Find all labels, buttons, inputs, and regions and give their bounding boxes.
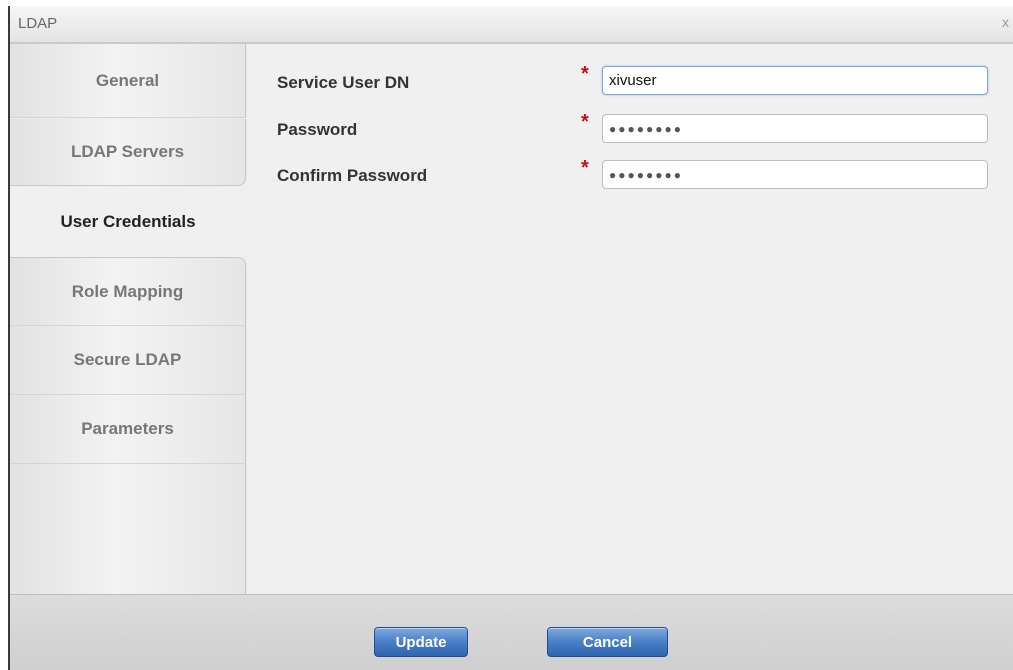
sidebar-item-label: Role Mapping xyxy=(71,281,184,301)
password-label: Password xyxy=(277,120,358,139)
sidebar-item-label: General xyxy=(95,70,160,90)
close-icon[interactable]: x xyxy=(1002,14,1009,30)
sidebar-item-role-mapping[interactable]: Role Mapping xyxy=(10,257,246,326)
cancel-button[interactable]: Cancel xyxy=(547,627,668,657)
sidebar-item-label: LDAP Servers xyxy=(70,142,185,161)
service-user-dn-label: Service User DN xyxy=(277,73,410,92)
sidebar-item-label: User Credentials xyxy=(60,212,196,231)
dialog-title: LDAP xyxy=(18,15,58,32)
required-marker: * xyxy=(581,111,589,133)
update-button[interactable]: Update xyxy=(374,627,468,657)
dialog-titlebar: LDAP x xyxy=(10,6,1013,44)
required-marker: * xyxy=(581,63,589,85)
sidebar-item-user-credentials[interactable]: User Credentials xyxy=(10,187,246,257)
confirm-password-label: Confirm Password xyxy=(277,166,428,185)
sidebar-item-label: Parameters xyxy=(81,419,174,438)
service-user-dn-input[interactable] xyxy=(602,66,988,95)
confirm-password-input[interactable] xyxy=(602,160,988,189)
sidebar-nav: General LDAP Servers User Credentials Ro… xyxy=(10,44,246,594)
sidebar-item-secure-ldap[interactable]: Secure LDAP xyxy=(10,326,246,395)
sidebar-item-label: Secure LDAP xyxy=(73,350,182,369)
user-credentials-panel: Service User DN * Password * Confirm Pas… xyxy=(247,44,1013,594)
password-input[interactable] xyxy=(602,114,988,143)
sidebar-item-parameters[interactable]: Parameters xyxy=(10,395,246,464)
sidebar-item-ldap-servers[interactable]: LDAP Servers xyxy=(10,119,246,186)
required-marker: * xyxy=(581,157,589,179)
sidebar-item-general[interactable]: General xyxy=(10,44,246,118)
ldap-dialog: LDAP x General LDAP Servers User Credent… xyxy=(8,6,1013,670)
sidebar-filler xyxy=(10,464,246,594)
dialog-footer: Update Cancel xyxy=(10,594,1013,670)
